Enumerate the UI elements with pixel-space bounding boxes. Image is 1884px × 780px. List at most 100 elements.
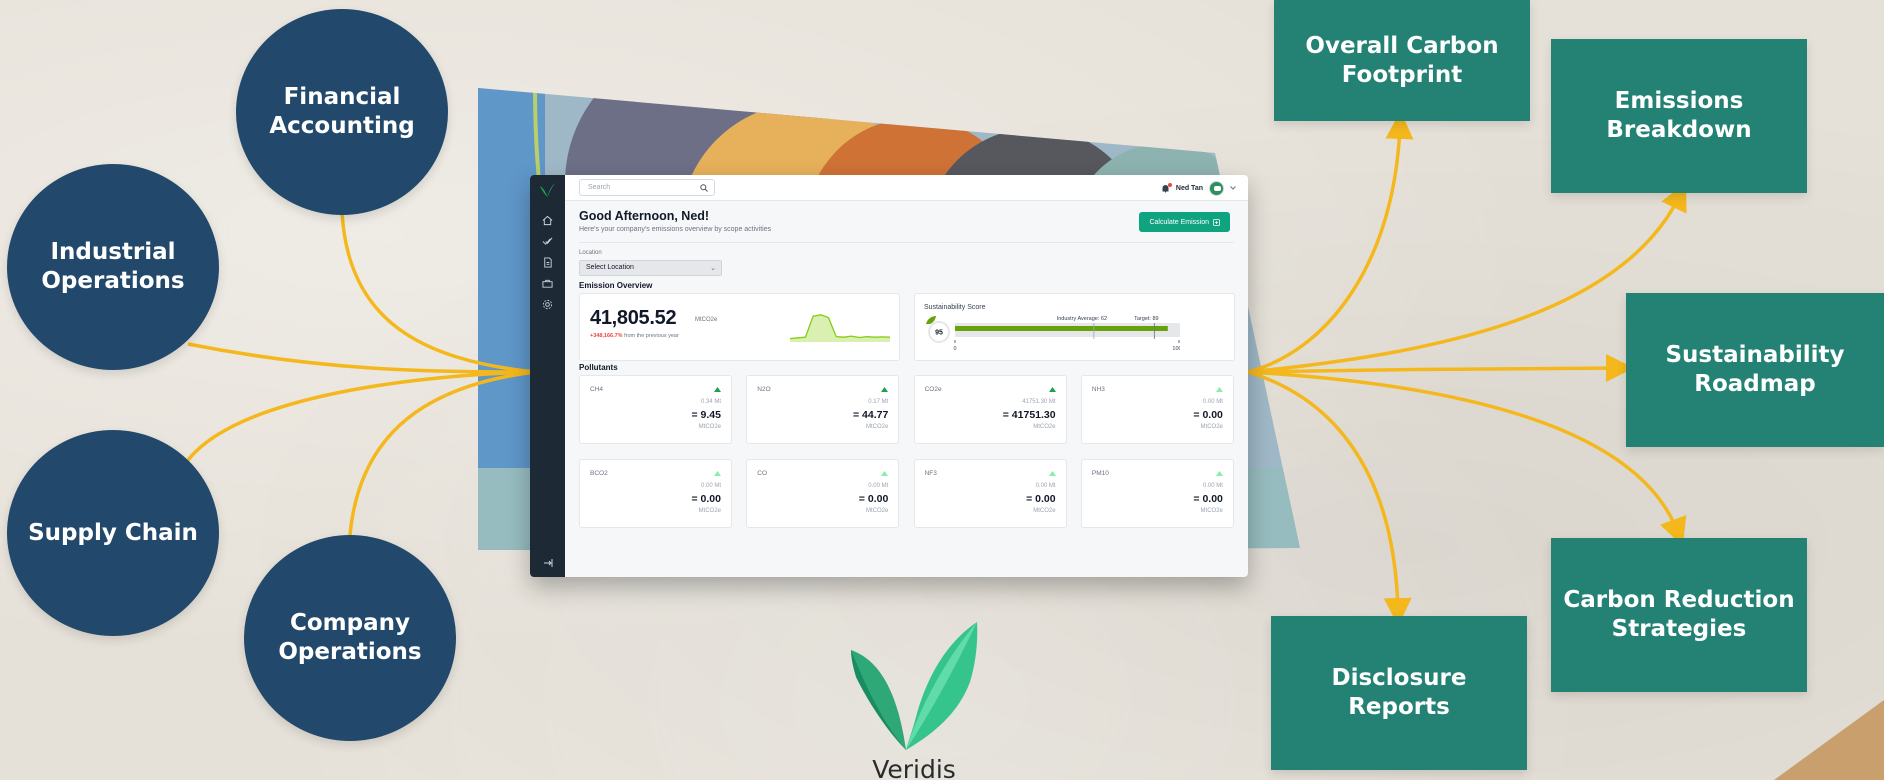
- total-emission-value: 41,805.52: [590, 307, 677, 329]
- notification-dot: [1167, 182, 1172, 187]
- input-company-operations: Company Operations: [244, 535, 456, 741]
- pollutant-name: CO: [757, 470, 768, 477]
- scale-min-label: 0: [953, 346, 956, 352]
- pollutant-name: PM10: [1091, 470, 1109, 477]
- user-area: Ned Tan: [1161, 180, 1236, 196]
- pollutant-card[interactable]: NF3 0.00 Mt = 0.00 MtCO2e: [913, 459, 1067, 528]
- connector-roadmap: [1247, 354, 1634, 383]
- location-value: Select Location: [586, 264, 634, 271]
- pollutant-unit: MtCO2e: [1200, 424, 1223, 430]
- total-emission-unit: MtCO2e: [695, 317, 718, 323]
- pollutant-value: = 41751.30: [1002, 409, 1056, 421]
- chevron-down-icon: ⌄: [710, 265, 716, 272]
- target-label: Target: 89: [1134, 316, 1158, 322]
- document-icon[interactable]: [542, 257, 553, 268]
- change-text: from the previous year: [624, 333, 679, 339]
- pollutant-mass: 0.00 Mt: [868, 483, 889, 489]
- calculate-emission-button[interactable]: Calculate Emission: [1139, 212, 1230, 232]
- page-title: Good Afternoon, Ned!: [579, 209, 710, 223]
- page-subtitle: Here's your company's emissions overview…: [579, 226, 772, 233]
- home-icon[interactable]: [542, 215, 553, 226]
- pollutant-value: = 0.00: [1026, 493, 1056, 505]
- industry-average-label: Industry Average: 62: [1057, 316, 1107, 322]
- input-supply-chain: Supply Chain: [7, 430, 219, 636]
- search-input[interactable]: Search: [579, 179, 715, 196]
- pollutant-unit: MtCO2e: [698, 424, 721, 430]
- pollutant-mass: 0.17 Mt: [868, 399, 889, 405]
- pollutant-mass: 0.00 Mt: [700, 483, 721, 489]
- trend-up-icon: [1215, 471, 1223, 476]
- briefcase-icon[interactable]: [542, 278, 553, 289]
- location-label: Location: [579, 250, 602, 256]
- trend-up-icon: [1048, 471, 1056, 476]
- emission-change: +348,166.7% from the previous year: [590, 333, 679, 339]
- output-emissions-breakdown: Emissions Breakdown: [1551, 39, 1807, 193]
- user-name[interactable]: Ned Tan: [1176, 185, 1203, 192]
- output-overall-carbon-footprint: Overall Carbon Footprint: [1274, 0, 1530, 121]
- veridis-logo: [851, 622, 978, 750]
- trend-up-icon: [881, 471, 889, 476]
- connector-financial: [340, 211, 536, 374]
- app-window: Search Ned Tan Good Afternoon, Ned! Here…: [530, 175, 1248, 577]
- pollutant-mass: 0.00 Mt: [1202, 483, 1223, 489]
- header-divider: [579, 242, 1234, 243]
- pollutant-name: NF3: [924, 470, 937, 477]
- chevron-down-icon[interactable]: [1230, 186, 1236, 190]
- connector-disclosure: [1247, 370, 1412, 626]
- pollutant-card[interactable]: CO2e 41751.30 Mt = 41751.30 MtCO2e: [913, 375, 1067, 444]
- pollutant-unit: MtCO2e: [1033, 508, 1056, 514]
- pollutant-unit: MtCO2e: [865, 424, 889, 430]
- pollutant-card[interactable]: NH3 0.00 Mt = 0.00 MtCO2e: [1080, 375, 1234, 444]
- calculator-icon: [1213, 218, 1220, 226]
- trend-up-icon: [714, 471, 721, 476]
- total-emission-card: 41,805.52 MtCO2e +348,166.7% from the pr…: [579, 293, 900, 361]
- pollutant-name: NH3: [1091, 386, 1105, 393]
- pollutant-unit: MtCO2e: [698, 508, 721, 514]
- trend-up-icon: [1215, 387, 1223, 392]
- top-bar: Search Ned Tan: [565, 175, 1248, 201]
- pollutant-card[interactable]: PM10 0.00 Mt = 0.00 MtCO2e: [1080, 459, 1234, 528]
- main-content: Good Afternoon, Ned! Here's your company…: [565, 201, 1248, 577]
- pollutant-unit: MtCO2e: [1033, 424, 1056, 430]
- pollutant-mass: 0.00 Mt: [1202, 399, 1223, 405]
- input-financial-accounting: Financial Accounting: [236, 9, 448, 215]
- score-value: 95: [935, 330, 943, 337]
- sparkline-area: [790, 314, 890, 342]
- pollutant-value: = 0.00: [1193, 493, 1223, 505]
- gear-icon[interactable]: [542, 299, 553, 310]
- calculate-emission-label: Calculate Emission: [1149, 218, 1209, 226]
- score-bar: [955, 326, 1168, 331]
- output-disclosure-reports: Disclosure Reports: [1271, 616, 1527, 770]
- pollutant-name: BCO2: [590, 470, 608, 477]
- location-select[interactable]: Select Location ⌄: [579, 260, 722, 276]
- sidebar: [530, 175, 565, 577]
- pollutant-value: = 0.00: [858, 493, 889, 505]
- emission-sparkline: [790, 314, 890, 342]
- sustainability-score-card: Sustainability Score Industry Average: 6…: [914, 293, 1235, 361]
- connector-industrial: [187, 342, 536, 374]
- trend-up-icon: [881, 387, 889, 392]
- pollutant-card[interactable]: CO 0.00 Mt = 0.00 MtCO2e: [746, 459, 900, 528]
- connector-overall: [1247, 111, 1414, 374]
- search-icon[interactable]: [700, 184, 708, 192]
- change-value: +348,166.7%: [590, 333, 623, 339]
- brand-name: Veridis: [872, 755, 956, 780]
- pollutant-mass: 0.34 Mt: [700, 399, 721, 405]
- trend-up-icon: [714, 387, 721, 392]
- logout-icon[interactable]: [543, 558, 553, 568]
- pollutant-card[interactable]: BCO2 0.00 Mt = 0.00 MtCO2e: [579, 459, 732, 528]
- search-placeholder: Search: [588, 184, 611, 191]
- input-industrial-operations: Industrial Operations: [7, 164, 219, 370]
- pollutant-card[interactable]: CH4 0.34 Mt = 9.45 MtCO2e: [579, 375, 732, 444]
- notification-icon[interactable]: [1161, 182, 1172, 193]
- pollutant-mass: 0.00 Mt: [1035, 483, 1056, 489]
- pollutant-name: CH4: [590, 386, 604, 393]
- pollutant-value: = 0.00: [691, 493, 722, 505]
- pollutant-name: CO2e: [924, 386, 942, 393]
- veridis-logo-icon[interactable]: [538, 181, 557, 200]
- emission-overview-title: Emission Overview: [579, 281, 653, 290]
- avatar[interactable]: [1209, 180, 1224, 196]
- pollutant-card[interactable]: N2O 0.17 Mt = 44.77 MtCO2e: [746, 375, 900, 444]
- double-check-icon[interactable]: [542, 236, 553, 247]
- connector-supply: [186, 370, 536, 462]
